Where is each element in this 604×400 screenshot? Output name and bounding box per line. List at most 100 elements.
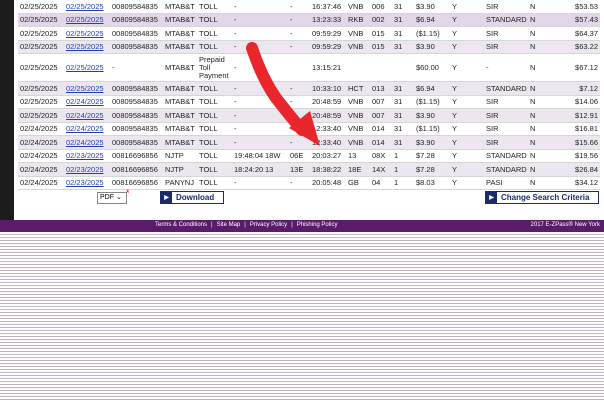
table-row: 02/25/2025 02/25/2025 00809584835 MTAB&T TOL…	[18, 81, 600, 96]
cell-agency: MTAB&T	[163, 122, 197, 136]
cell-agency: MTAB&T	[163, 135, 197, 150]
privacy-policy-link[interactable]: Privacy Policy	[250, 222, 287, 228]
cell-exit-plaza: VNB	[346, 40, 370, 54]
table-row: 02/24/2025 02/24/2025 00809584835 MTAB&T TOL…	[18, 135, 600, 150]
cell-hov: N	[528, 95, 550, 109]
cell-exit-lane: 08X	[370, 149, 392, 163]
cell-entry-time: -	[232, 108, 263, 123]
cell-hov: N	[528, 13, 550, 27]
cell-tag-number: 00816696856	[110, 162, 163, 177]
download-button[interactable]: ▶ Download	[160, 191, 224, 204]
cell-transaction-date[interactable]: 02/25/2025	[64, 53, 110, 82]
cell-hov: N	[528, 108, 550, 123]
footer-separator: |	[244, 222, 246, 228]
cell-entry-plaza	[263, 122, 288, 136]
cell-hov: N	[528, 81, 550, 96]
cell-plan: SIR	[484, 40, 528, 54]
cell-transaction-date[interactable]: 02/24/2025	[64, 135, 110, 150]
cell-balance-flag: Y	[450, 53, 484, 82]
cell-tag-number: 00816696856	[110, 149, 163, 163]
cell-entry-plaza: 13	[263, 162, 288, 177]
cell-exit-lane: 015	[370, 40, 392, 54]
cell-tag-number: 00809584835	[110, 0, 163, 14]
cell-entry-time: -	[232, 0, 263, 14]
cell-balance: $7.12	[550, 81, 600, 96]
footer-links: Terms & Conditions | Site Map | Privacy Poli…	[155, 222, 337, 228]
cell-balance: $14.06	[550, 95, 600, 109]
cell-exit-time: 09:59:29	[310, 40, 346, 54]
table-row: 02/24/2025 02/24/2025 00809584835 MTAB&T TOL…	[18, 122, 600, 136]
cell-entry-plaza	[263, 0, 288, 14]
footer-separator: |	[291, 222, 293, 228]
cell-agency: MTAB&T	[163, 40, 197, 54]
cell-amount: $3.90	[414, 108, 450, 123]
cell-exit-lane: 002	[370, 13, 392, 27]
arrow-right-icon: ▶	[486, 192, 497, 203]
cell-transaction-date[interactable]: 02/25/2025	[64, 40, 110, 54]
cell-hov: N	[528, 162, 550, 177]
cell-transaction-date[interactable]: 02/25/2025	[64, 81, 110, 96]
cell-plan: STANDARD	[484, 81, 528, 96]
cell-description: TOLL	[197, 81, 232, 96]
cell-transaction-date[interactable]: 02/24/2025	[64, 108, 110, 123]
cell-transaction-date[interactable]: 02/23/2025	[64, 149, 110, 163]
cell-posting-date: 02/25/2025	[18, 108, 64, 123]
cell-amount: $7.28	[414, 149, 450, 163]
site-map-link[interactable]: Site Map	[217, 222, 241, 228]
cell-description: TOLL	[197, 26, 232, 41]
cell-balance-flag: Y	[450, 135, 484, 150]
cell-entry-lane: -	[288, 81, 310, 96]
cell-entry-lane: -	[288, 135, 310, 150]
cell-entry-plaza: 18W	[263, 149, 288, 163]
blank-page-area	[0, 232, 604, 400]
cell-vehicle-class: 31	[392, 0, 414, 14]
download-label: Download	[176, 193, 215, 202]
cell-transaction-date[interactable]: 02/24/2025	[64, 122, 110, 136]
cell-entry-lane: -	[288, 26, 310, 41]
cell-entry-time: -	[232, 135, 263, 150]
cell-vehicle-class: 31	[392, 135, 414, 150]
table-row: 02/25/2025 02/25/2025 00809584835 MTAB&T TOL…	[18, 40, 600, 54]
cell-entry-time: -	[232, 40, 263, 54]
cell-plan: SIR	[484, 122, 528, 136]
cell-hov: N	[528, 122, 550, 136]
cell-description: TOLL	[197, 162, 232, 177]
phishing-policy-link[interactable]: Phishing Policy	[297, 222, 338, 228]
cell-transaction-date[interactable]: 02/25/2025	[64, 26, 110, 41]
cell-transaction-date[interactable]: 02/25/2025	[64, 13, 110, 27]
cell-description: TOLL	[197, 149, 232, 163]
cell-amount: $60.00	[414, 53, 450, 82]
cell-exit-plaza: VNB	[346, 122, 370, 136]
cell-agency: MTAB&T	[163, 108, 197, 123]
cell-entry-lane: -	[288, 108, 310, 123]
cell-posting-date: 02/25/2025	[18, 40, 64, 54]
cell-agency: MTAB&T	[163, 0, 197, 14]
cell-balance: $15.66	[550, 135, 600, 150]
cell-vehicle-class: 31	[392, 26, 414, 41]
cell-tag-number: 00809584835	[110, 13, 163, 27]
cell-transaction-date[interactable]: 02/23/2025	[64, 162, 110, 177]
cell-exit-plaza: VNB	[346, 108, 370, 123]
change-search-criteria-button[interactable]: ▶ Change Search Criteria	[485, 191, 599, 204]
terms-link[interactable]: Terms & Conditions	[155, 222, 207, 228]
cell-entry-lane: -	[288, 40, 310, 54]
cell-exit-plaza: VNB	[346, 95, 370, 109]
cell-entry-time: 18:24:20	[232, 162, 263, 177]
cell-amount: $3.90	[414, 135, 450, 150]
arrow-right-icon: ▶	[161, 192, 172, 203]
cell-transaction-date[interactable]: 02/24/2025	[64, 95, 110, 109]
cell-balance-flag: Y	[450, 40, 484, 54]
cell-plan: SIR	[484, 26, 528, 41]
format-select[interactable]: PDF ⌄	[97, 192, 127, 204]
cell-vehicle-class: 31	[392, 13, 414, 27]
cell-posting-date: 02/25/2025	[18, 13, 64, 27]
cell-balance-flag: Y	[450, 108, 484, 123]
cell-description: TOLL	[197, 108, 232, 123]
format-value: PDF	[100, 194, 114, 201]
cell-posting-date: 02/25/2025	[18, 95, 64, 109]
copyright: 2017 E-ZPass® New York	[530, 222, 600, 228]
cell-exit-time: 13:15:21	[310, 53, 346, 82]
cell-entry-plaza	[263, 81, 288, 96]
cell-transaction-date[interactable]: 02/25/2025	[64, 0, 110, 14]
cell-exit-time: 10:33:10	[310, 81, 346, 96]
